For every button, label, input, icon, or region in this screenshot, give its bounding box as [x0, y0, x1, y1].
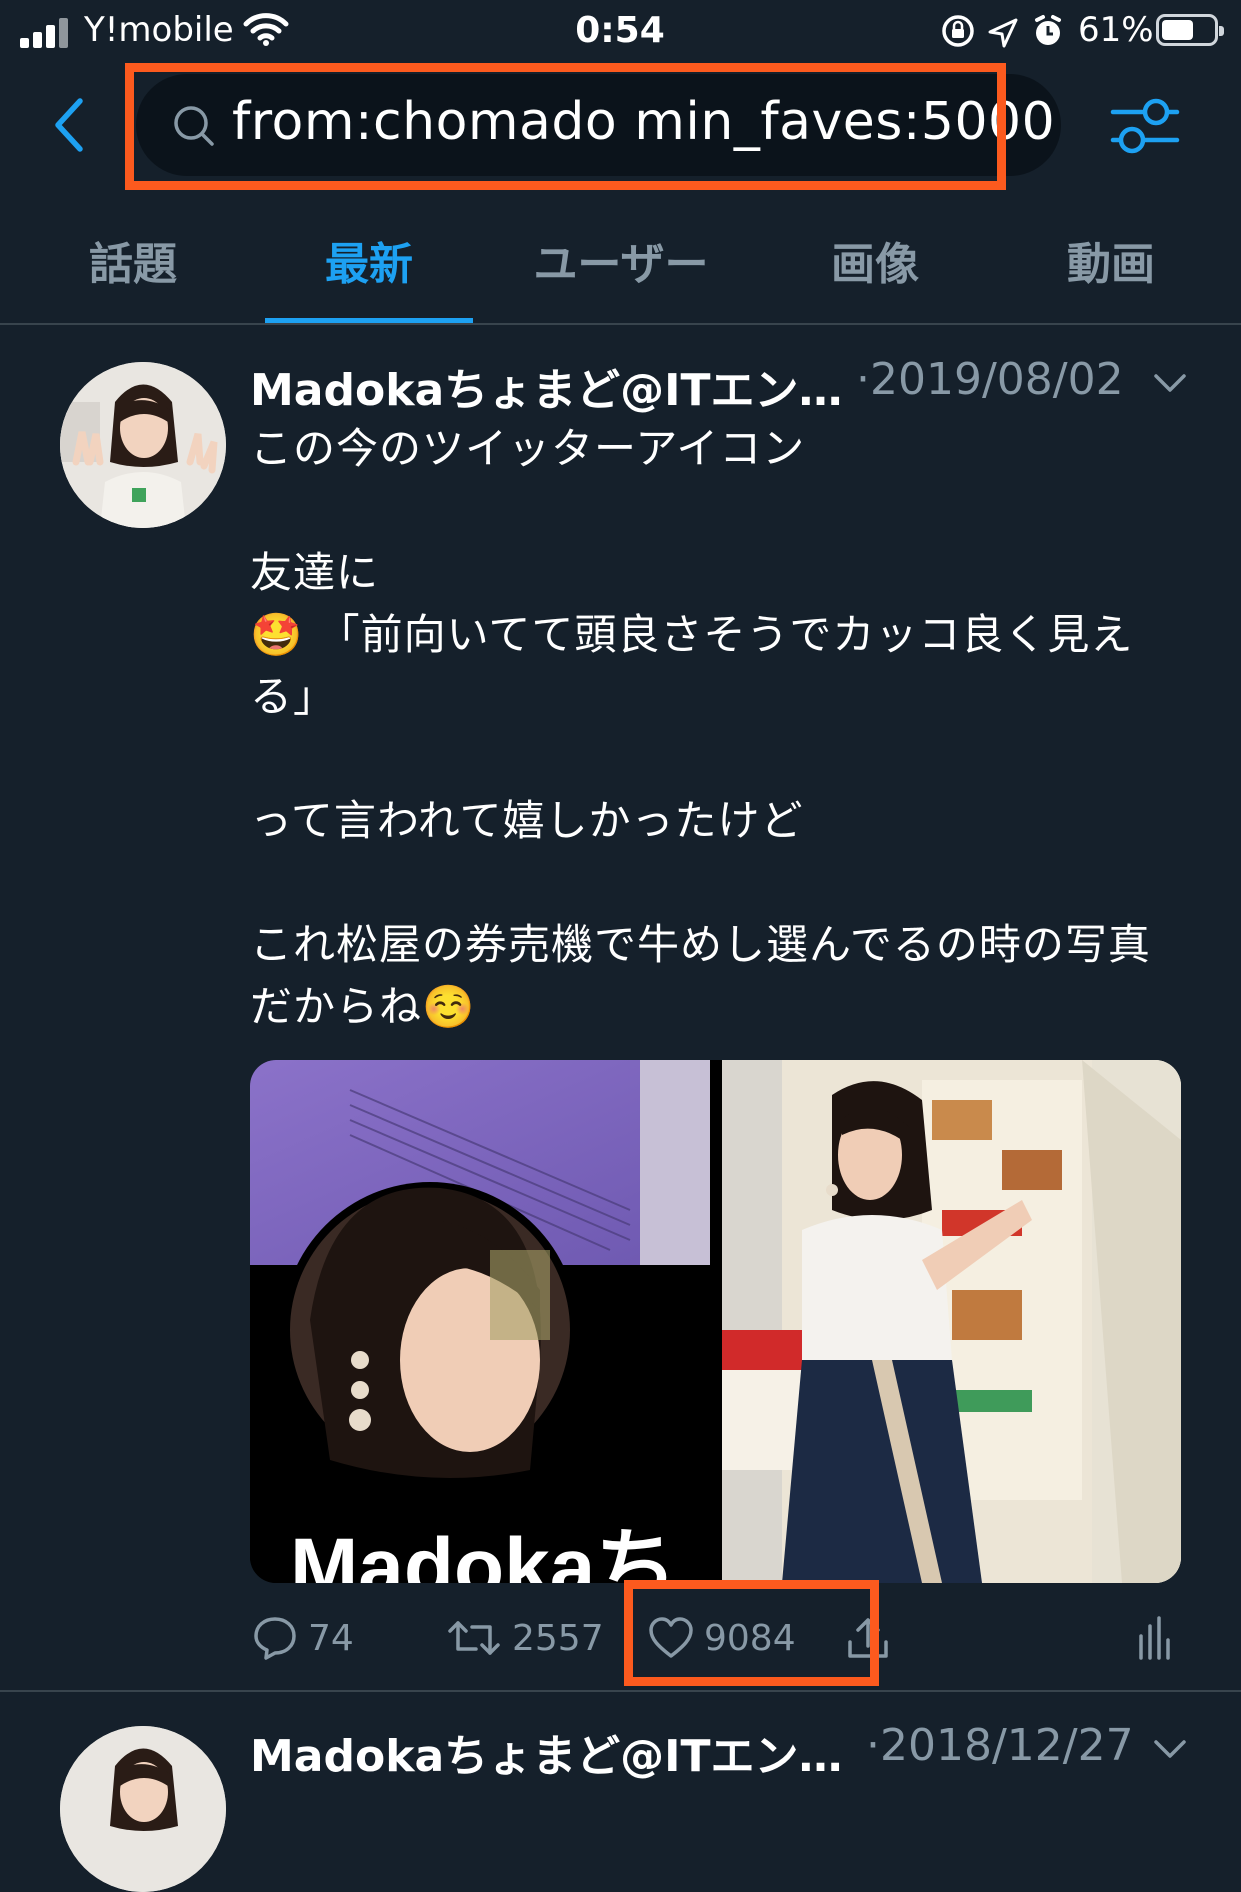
clock: 0:54	[575, 10, 665, 51]
reply-count: 74	[308, 1617, 354, 1659]
retweet-button[interactable]: 2557	[446, 1608, 604, 1668]
tweet-text: この今のツイッターアイコン 友達に 🤩 「前向いてて頭良さそうでカッコ良く見える…	[250, 424, 1151, 1031]
status-icons	[942, 15, 1061, 48]
reply-button[interactable]: 74	[252, 1608, 354, 1668]
avatar[interactable]	[60, 362, 226, 528]
chevron-down-icon[interactable]	[1152, 372, 1188, 396]
location-icon	[988, 18, 1018, 48]
tweet-divider	[0, 1690, 1241, 1692]
retweet-icon	[448, 1621, 500, 1655]
tweet-date: ·2018/12/27	[866, 1720, 1134, 1771]
search-highlight-box	[125, 63, 1006, 190]
tab-users[interactable]: ユーザー	[516, 228, 726, 292]
tab-images[interactable]: 画像	[800, 228, 950, 292]
sliders-icon[interactable]	[1110, 96, 1180, 156]
author-name[interactable]: Madokaちょまど@ITエン…	[250, 1720, 843, 1784]
battery-icon	[1156, 14, 1224, 46]
reply-icon	[254, 1617, 296, 1660]
media-caption: Madokaち	[290, 1522, 678, 1583]
media-image-1[interactable]: Madokaち	[250, 1060, 710, 1583]
tweet-media[interactable]: Madokaち	[250, 1060, 1181, 1583]
tab-trending[interactable]: 話題	[58, 228, 208, 292]
carrier-label: Y!mobile	[84, 10, 234, 50]
media-image-2[interactable]	[722, 1060, 1181, 1583]
analytics-icon	[1139, 1616, 1170, 1660]
media-gap	[710, 1060, 722, 1583]
tab-videos[interactable]: 動画	[1036, 228, 1186, 292]
like-highlight-box	[624, 1580, 879, 1686]
chevron-down-icon[interactable]	[1152, 1738, 1188, 1762]
rotation-lock-icon	[942, 15, 974, 47]
avatar[interactable]	[60, 1726, 226, 1892]
tweet-date: ·2019/08/02	[856, 354, 1124, 405]
signal-icon	[20, 14, 72, 48]
alarm-icon	[1035, 15, 1061, 45]
tab-latest[interactable]: 最新	[294, 228, 444, 292]
author-name[interactable]: Madokaちょまど@ITエン…	[250, 354, 843, 418]
retweet-count: 2557	[512, 1617, 604, 1659]
back-button[interactable]	[50, 95, 86, 155]
status-bar: Y!mobile 0:54 61%	[0, 0, 1241, 60]
analytics-button[interactable]	[1136, 1608, 1172, 1668]
battery-percent: 61%	[1078, 10, 1154, 50]
tabs-divider	[0, 323, 1241, 325]
wifi-icon	[243, 13, 289, 46]
